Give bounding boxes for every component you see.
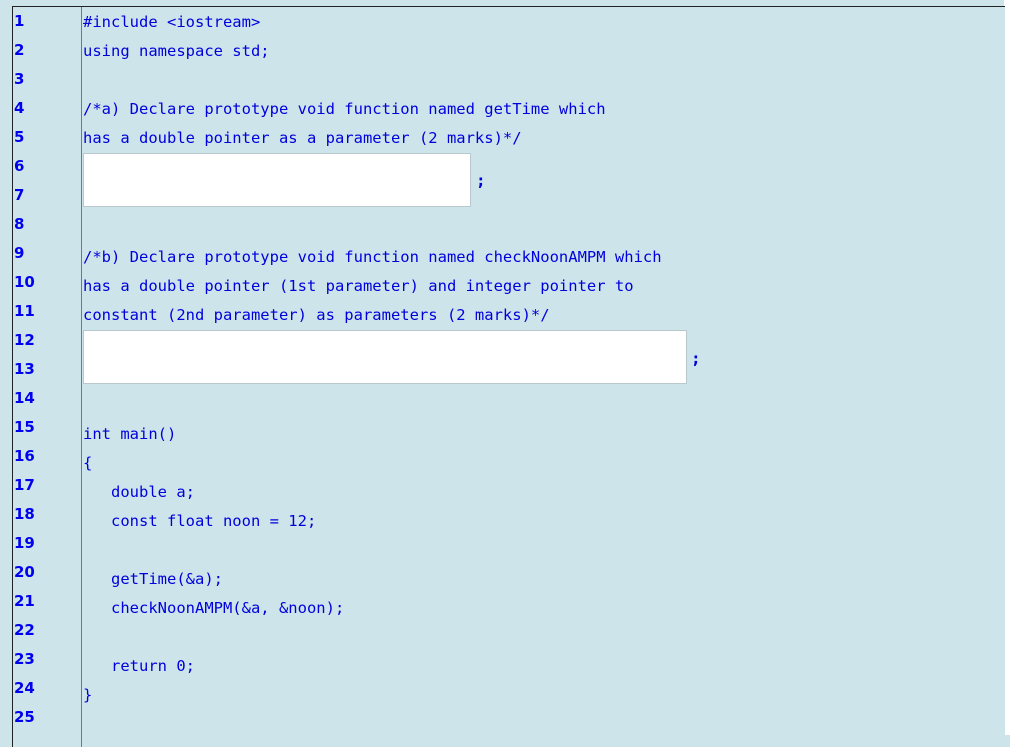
- line-number: 21: [14, 592, 35, 610]
- line-number: 9: [14, 244, 25, 262]
- code-line-decl-noon: const float noon = 12;: [83, 512, 317, 530]
- line-number: 15: [14, 418, 35, 436]
- code-line-close-brace: }: [83, 686, 93, 704]
- line-number: 18: [14, 505, 35, 523]
- line-number: 14: [14, 389, 35, 407]
- line-number: 25: [14, 708, 35, 726]
- line-number-gutter: 1 2 3 4 5 6 7 8 9 10 11 12 13 14 15 16 17 18 19 20 21 22 23 24 2…: [13, 7, 82, 747]
- line-number: 3: [14, 70, 25, 88]
- line-number: 4: [14, 99, 25, 117]
- comment-a-line-1: /*a) Declare prototype void function nam…: [83, 100, 606, 118]
- line-number: 20: [14, 563, 35, 581]
- code-editor: 1 2 3 4 5 6 7 8 9 10 11 12 13 14 15 16 17 18 19 20 21 22 23 24 2…: [12, 6, 1005, 747]
- comment-b-line-2: has a double pointer (1st parameter) and…: [83, 277, 634, 295]
- comment-a-line-2: has a double pointer as a parameter (2 m…: [83, 129, 522, 147]
- code-line-gettime-call: getTime(&a);: [83, 570, 223, 588]
- line-number: 11: [14, 302, 35, 320]
- line-number: 8: [14, 215, 25, 233]
- comment-b-line-1: /*b) Declare prototype void function nam…: [83, 248, 662, 266]
- answer-a-semicolon: ;: [476, 171, 486, 190]
- code-line-decl-a: double a;: [83, 483, 195, 501]
- line-number: 12: [14, 331, 35, 349]
- line-number: 6: [14, 157, 25, 175]
- answer-a-input[interactable]: [83, 153, 471, 207]
- line-number: 16: [14, 447, 35, 465]
- line-number: 24: [14, 679, 35, 697]
- code-line-using: using namespace std;: [83, 42, 270, 60]
- line-number: 17: [14, 476, 35, 494]
- line-number: 2: [14, 41, 25, 59]
- line-number: 19: [14, 534, 35, 552]
- line-number: 10: [14, 273, 35, 291]
- code-line-main: int main(): [83, 425, 177, 443]
- code-line-open-brace: {: [83, 454, 93, 472]
- answer-b-input[interactable]: [83, 330, 687, 384]
- code-line-return: return 0;: [83, 657, 195, 675]
- answer-b-semicolon: ;: [691, 349, 701, 368]
- line-number: 22: [14, 621, 35, 639]
- line-number: 1: [14, 12, 25, 30]
- comment-b-line-3: constant (2nd parameter) as parameters (…: [83, 306, 550, 324]
- line-number: 23: [14, 650, 35, 668]
- code-line-checknoon-call: checkNoonAMPM(&a, &noon);: [83, 599, 345, 617]
- line-number: 7: [14, 186, 25, 204]
- line-number: 5: [14, 128, 25, 146]
- code-line-include: #include <iostream>: [83, 13, 261, 31]
- line-number: 13: [14, 360, 35, 378]
